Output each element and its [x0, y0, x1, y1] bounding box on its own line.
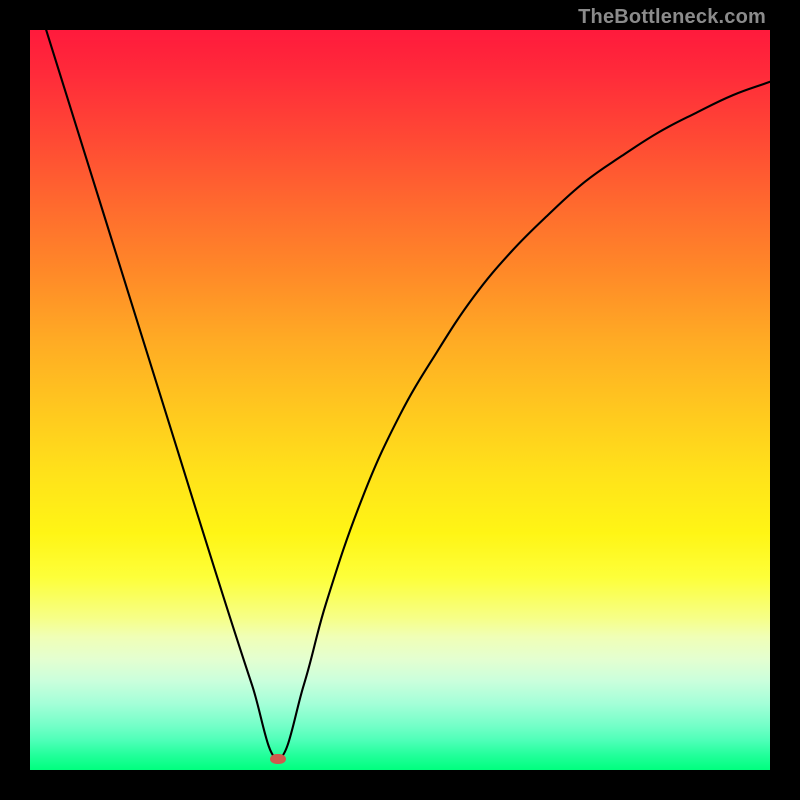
watermark-text: TheBottleneck.com	[578, 6, 766, 29]
chart-frame: TheBottleneck.com	[0, 0, 800, 800]
plot-area	[30, 30, 770, 770]
curve-svg	[30, 30, 770, 770]
bottleneck-marker	[270, 754, 286, 764]
bottleneck-curve	[30, 30, 770, 759]
